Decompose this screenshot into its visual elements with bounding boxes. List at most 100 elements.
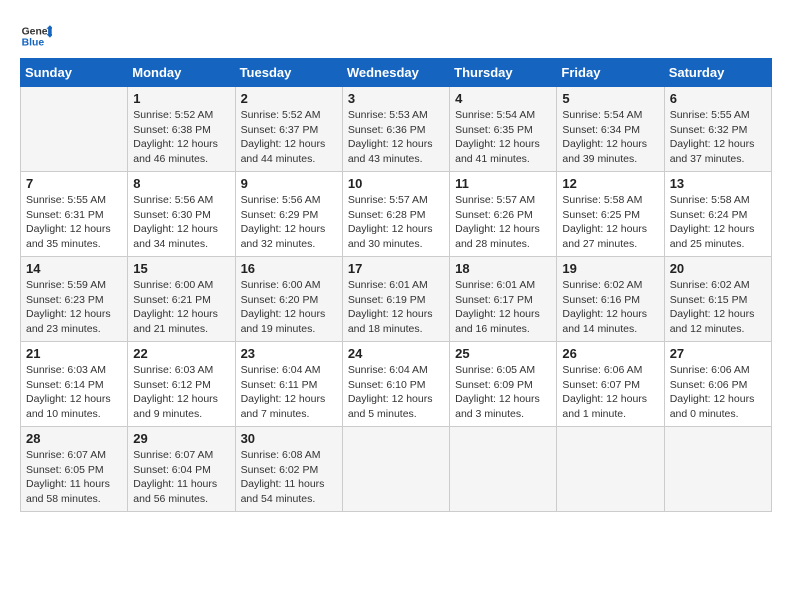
day-number: 4: [455, 91, 551, 106]
day-info: Sunrise: 5:54 AM Sunset: 6:34 PM Dayligh…: [562, 108, 658, 167]
day-info: Sunrise: 6:08 AM Sunset: 6:02 PM Dayligh…: [241, 448, 337, 507]
day-cell: [557, 427, 664, 512]
day-info: Sunrise: 5:57 AM Sunset: 6:26 PM Dayligh…: [455, 193, 551, 252]
day-info: Sunrise: 5:54 AM Sunset: 6:35 PM Dayligh…: [455, 108, 551, 167]
day-cell: 11 Sunrise: 5:57 AM Sunset: 6:26 PM Dayli…: [450, 172, 557, 257]
day-number: 29: [133, 431, 229, 446]
day-cell: 15 Sunrise: 6:00 AM Sunset: 6:21 PM Dayli…: [128, 257, 235, 342]
day-cell: 6Sunrise: 5:55 AM Sunset: 6:32 PM Daylig…: [664, 87, 771, 172]
day-info: Sunrise: 5:52 AM Sunset: 6:38 PM Dayligh…: [133, 108, 229, 167]
day-number: 10: [348, 176, 444, 191]
weekday-header-row: SundayMondayTuesdayWednesdayThursdayFrid…: [21, 59, 772, 87]
day-info: Sunrise: 6:05 AM Sunset: 6:09 PM Dayligh…: [455, 363, 551, 422]
day-number: 11: [455, 176, 551, 191]
day-number: 5: [562, 91, 658, 106]
day-cell: 8Sunrise: 5:56 AM Sunset: 6:30 PM Daylig…: [128, 172, 235, 257]
day-info: Sunrise: 6:07 AM Sunset: 6:05 PM Dayligh…: [26, 448, 122, 507]
day-info: Sunrise: 6:06 AM Sunset: 6:06 PM Dayligh…: [670, 363, 766, 422]
day-info: Sunrise: 6:03 AM Sunset: 6:14 PM Dayligh…: [26, 363, 122, 422]
day-cell: 9 Sunrise: 5:56 AM Sunset: 6:29 PM Daylig…: [235, 172, 342, 257]
day-cell: 13Sunrise: 5:58 AM Sunset: 6:24 PM Dayli…: [664, 172, 771, 257]
day-number: 8: [133, 176, 229, 191]
weekday-header-monday: Monday: [128, 59, 235, 87]
day-number: 20: [670, 261, 766, 276]
day-number: 25: [455, 346, 551, 361]
day-info: Sunrise: 6:04 AM Sunset: 6:10 PM Dayligh…: [348, 363, 444, 422]
day-info: Sunrise: 6:00 AM Sunset: 6:20 PM Dayligh…: [241, 278, 337, 337]
weekday-header-wednesday: Wednesday: [342, 59, 449, 87]
day-cell: 25 Sunrise: 6:05 AM Sunset: 6:09 PM Dayli…: [450, 342, 557, 427]
day-cell: 27 Sunrise: 6:06 AM Sunset: 6:06 PM Dayli…: [664, 342, 771, 427]
day-number: 21: [26, 346, 122, 361]
header: General Blue: [20, 20, 772, 52]
day-number: 28: [26, 431, 122, 446]
day-cell: [450, 427, 557, 512]
day-cell: 7 Sunrise: 5:55 AM Sunset: 6:31 PM Daylig…: [21, 172, 128, 257]
day-cell: 26 Sunrise: 6:06 AM Sunset: 6:07 PM Dayli…: [557, 342, 664, 427]
day-info: Sunrise: 6:02 AM Sunset: 6:15 PM Dayligh…: [670, 278, 766, 337]
day-cell: 1 Sunrise: 5:52 AM Sunset: 6:38 PM Daylig…: [128, 87, 235, 172]
day-number: 1: [133, 91, 229, 106]
week-row-1: 1 Sunrise: 5:52 AM Sunset: 6:38 PM Daylig…: [21, 87, 772, 172]
day-info: Sunrise: 5:55 AM Sunset: 6:32 PM Dayligh…: [670, 108, 766, 167]
day-cell: 2 Sunrise: 5:52 AM Sunset: 6:37 PM Daylig…: [235, 87, 342, 172]
day-number: 22: [133, 346, 229, 361]
weekday-header-saturday: Saturday: [664, 59, 771, 87]
day-cell: 14 Sunrise: 5:59 AM Sunset: 6:23 PM Dayli…: [21, 257, 128, 342]
day-cell: 4 Sunrise: 5:54 AM Sunset: 6:35 PM Daylig…: [450, 87, 557, 172]
day-number: 18: [455, 261, 551, 276]
day-info: Sunrise: 5:55 AM Sunset: 6:31 PM Dayligh…: [26, 193, 122, 252]
day-number: 3: [348, 91, 444, 106]
day-cell: 18 Sunrise: 6:01 AM Sunset: 6:17 PM Dayli…: [450, 257, 557, 342]
day-number: 13: [670, 176, 766, 191]
day-cell: 3 Sunrise: 5:53 AM Sunset: 6:36 PM Daylig…: [342, 87, 449, 172]
day-cell: 22 Sunrise: 6:03 AM Sunset: 6:12 PM Dayli…: [128, 342, 235, 427]
day-cell: 28 Sunrise: 6:07 AM Sunset: 6:05 PM Dayli…: [21, 427, 128, 512]
day-info: Sunrise: 5:58 AM Sunset: 6:25 PM Dayligh…: [562, 193, 658, 252]
week-row-4: 21 Sunrise: 6:03 AM Sunset: 6:14 PM Dayli…: [21, 342, 772, 427]
calendar-table: SundayMondayTuesdayWednesdayThursdayFrid…: [20, 58, 772, 512]
day-info: Sunrise: 6:01 AM Sunset: 6:19 PM Dayligh…: [348, 278, 444, 337]
weekday-header-sunday: Sunday: [21, 59, 128, 87]
day-number: 30: [241, 431, 337, 446]
day-info: Sunrise: 6:02 AM Sunset: 6:16 PM Dayligh…: [562, 278, 658, 337]
day-number: 19: [562, 261, 658, 276]
logo-icon: General Blue: [20, 20, 52, 52]
day-number: 15: [133, 261, 229, 276]
day-number: 14: [26, 261, 122, 276]
weekday-header-tuesday: Tuesday: [235, 59, 342, 87]
day-info: Sunrise: 5:59 AM Sunset: 6:23 PM Dayligh…: [26, 278, 122, 337]
weekday-header-thursday: Thursday: [450, 59, 557, 87]
day-number: 9: [241, 176, 337, 191]
day-cell: 20 Sunrise: 6:02 AM Sunset: 6:15 PM Dayli…: [664, 257, 771, 342]
week-row-5: 28 Sunrise: 6:07 AM Sunset: 6:05 PM Dayli…: [21, 427, 772, 512]
day-number: 17: [348, 261, 444, 276]
day-info: Sunrise: 5:53 AM Sunset: 6:36 PM Dayligh…: [348, 108, 444, 167]
day-cell: [342, 427, 449, 512]
day-info: Sunrise: 6:03 AM Sunset: 6:12 PM Dayligh…: [133, 363, 229, 422]
svg-text:Blue: Blue: [22, 38, 45, 49]
day-info: Sunrise: 6:01 AM Sunset: 6:17 PM Dayligh…: [455, 278, 551, 337]
day-info: Sunrise: 6:00 AM Sunset: 6:21 PM Dayligh…: [133, 278, 229, 337]
day-cell: 5 Sunrise: 5:54 AM Sunset: 6:34 PM Daylig…: [557, 87, 664, 172]
day-info: Sunrise: 5:52 AM Sunset: 6:37 PM Dayligh…: [241, 108, 337, 167]
day-cell: 10Sunrise: 5:57 AM Sunset: 6:28 PM Dayli…: [342, 172, 449, 257]
day-number: 2: [241, 91, 337, 106]
logo: General Blue: [20, 20, 56, 52]
day-info: Sunrise: 5:56 AM Sunset: 6:29 PM Dayligh…: [241, 193, 337, 252]
week-row-3: 14 Sunrise: 5:59 AM Sunset: 6:23 PM Dayli…: [21, 257, 772, 342]
day-number: 27: [670, 346, 766, 361]
day-number: 23: [241, 346, 337, 361]
day-cell: 21 Sunrise: 6:03 AM Sunset: 6:14 PM Dayli…: [21, 342, 128, 427]
day-number: 26: [562, 346, 658, 361]
day-number: 7: [26, 176, 122, 191]
week-row-2: 7 Sunrise: 5:55 AM Sunset: 6:31 PM Daylig…: [21, 172, 772, 257]
day-cell: 29Sunrise: 6:07 AM Sunset: 6:04 PM Dayli…: [128, 427, 235, 512]
day-cell: 24Sunrise: 6:04 AM Sunset: 6:10 PM Dayli…: [342, 342, 449, 427]
day-number: 16: [241, 261, 337, 276]
day-cell: [21, 87, 128, 172]
day-cell: 30 Sunrise: 6:08 AM Sunset: 6:02 PM Dayli…: [235, 427, 342, 512]
day-cell: 23Sunrise: 6:04 AM Sunset: 6:11 PM Dayli…: [235, 342, 342, 427]
day-cell: 19 Sunrise: 6:02 AM Sunset: 6:16 PM Dayli…: [557, 257, 664, 342]
day-info: Sunrise: 6:06 AM Sunset: 6:07 PM Dayligh…: [562, 363, 658, 422]
